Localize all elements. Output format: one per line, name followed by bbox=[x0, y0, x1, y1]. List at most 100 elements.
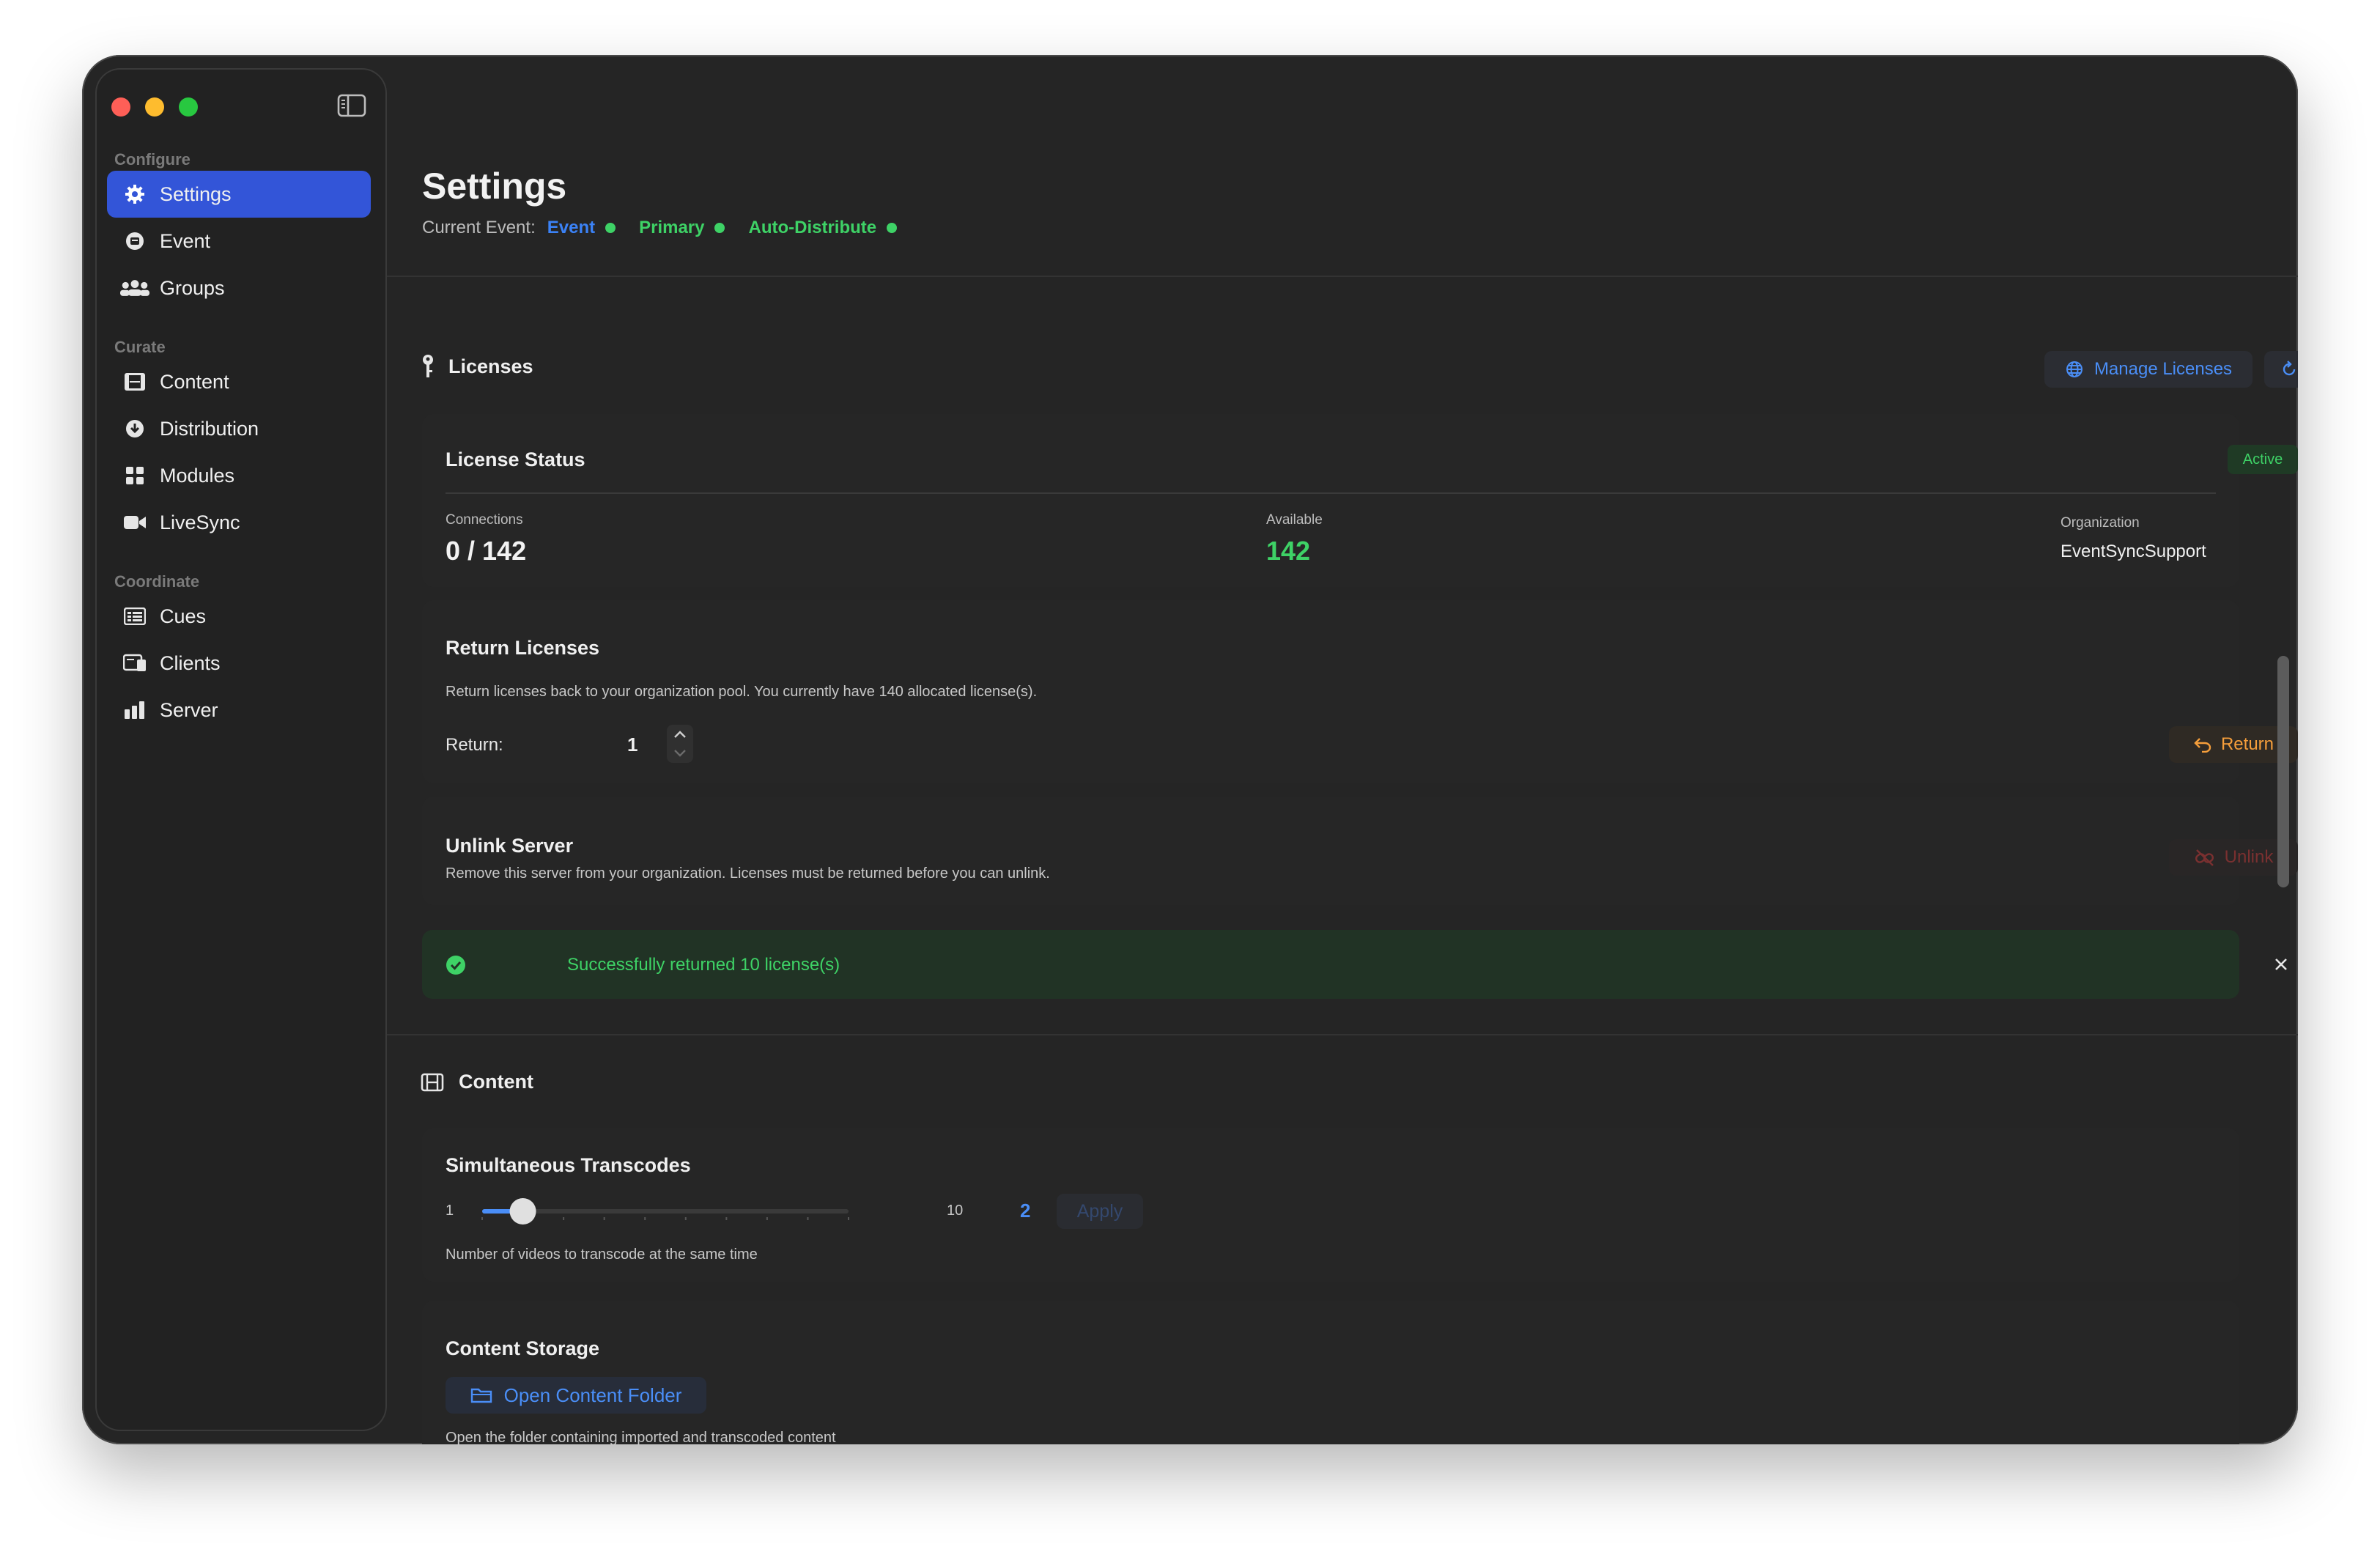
unlink-server-card bbox=[422, 797, 2239, 905]
film-icon bbox=[120, 367, 149, 396]
status-badge: Active bbox=[2228, 445, 2298, 474]
current-event-label: Current Event: bbox=[422, 218, 536, 237]
available-value: 142 bbox=[1266, 536, 1311, 566]
return-arrow-icon bbox=[2194, 738, 2211, 753]
sidebar-item-label: Distribution bbox=[160, 417, 259, 440]
clients-icon bbox=[120, 649, 149, 678]
sidebar-item-label: Cues bbox=[160, 605, 207, 627]
license-status-card bbox=[422, 414, 2239, 587]
return-quantity-stepper[interactable] bbox=[667, 725, 693, 763]
chevron-up-down-icon bbox=[674, 731, 686, 757]
slider-tick bbox=[766, 1217, 768, 1220]
slider-tick bbox=[684, 1217, 687, 1220]
gear-icon bbox=[120, 180, 149, 209]
licenses-section-header: Licenses bbox=[421, 354, 533, 379]
connections-label: Connections bbox=[446, 512, 523, 528]
organization-label: Organization bbox=[2061, 515, 2140, 531]
sidebar-item-content[interactable]: Content bbox=[107, 358, 371, 405]
current-event-line: Current Event: Event Primary Auto-Distri… bbox=[422, 218, 920, 238]
slider-tick bbox=[603, 1217, 605, 1220]
sidebar-item-distribution[interactable]: Distribution bbox=[107, 405, 371, 452]
content-section-header: Content bbox=[421, 1071, 533, 1093]
key-icon bbox=[423, 355, 433, 377]
app-window: Configure Settings Event Groups Curate C… bbox=[82, 55, 2298, 1444]
refresh-icon bbox=[2283, 361, 2296, 376]
return-licenses-description: Return licenses back to your organizatio… bbox=[446, 684, 1038, 700]
licenses-title: Licenses bbox=[448, 355, 533, 377]
sidebar-item-event[interactable]: Event bbox=[107, 218, 371, 265]
content-title: Content bbox=[459, 1071, 533, 1093]
sidebar-item-server[interactable]: Server bbox=[107, 687, 371, 734]
section-label-curate: Curate bbox=[114, 338, 166, 356]
section-divider bbox=[387, 1034, 2298, 1035]
close-icon[interactable] bbox=[2273, 956, 2289, 972]
sidebar-item-clients[interactable]: Clients bbox=[107, 640, 371, 687]
unlink-server-description: Remove this server from your organizatio… bbox=[446, 865, 1050, 882]
minimize-window-button[interactable] bbox=[145, 97, 164, 117]
slider-tick bbox=[563, 1217, 565, 1220]
sidebar-item-groups[interactable]: Groups bbox=[107, 265, 371, 311]
event-status-dot bbox=[605, 223, 616, 233]
list-icon bbox=[120, 602, 149, 631]
open-content-folder-button[interactable]: Open Content Folder bbox=[446, 1377, 706, 1414]
transcodes-min-label: 1 bbox=[446, 1203, 454, 1219]
transcodes-title: Simultaneous Transcodes bbox=[446, 1154, 691, 1176]
sidebar-item-label: Clients bbox=[160, 651, 221, 674]
unlink-button-label: Unlink bbox=[2224, 847, 2274, 867]
success-message: Successfully returned 10 license(s) bbox=[567, 955, 840, 975]
sidebar-toggle-icon[interactable] bbox=[337, 93, 366, 118]
content-storage-card bbox=[422, 1301, 2239, 1444]
page-title: Settings bbox=[422, 166, 567, 207]
bar-chart-icon bbox=[120, 695, 149, 725]
people-icon bbox=[120, 273, 149, 303]
grid-icon bbox=[120, 461, 149, 490]
sidebar-item-label: Modules bbox=[160, 464, 235, 487]
return-button-label: Return bbox=[2220, 734, 2274, 754]
available-label: Available bbox=[1266, 512, 1323, 528]
slider-tick bbox=[848, 1217, 849, 1220]
refresh-button[interactable] bbox=[2264, 351, 2298, 388]
connections-value: 0 / 142 bbox=[446, 536, 527, 566]
organization-value: EventSyncSupport bbox=[2061, 542, 2206, 561]
manage-licenses-button[interactable]: Manage Licenses bbox=[2044, 351, 2252, 388]
sidebar-item-settings[interactable]: Settings bbox=[107, 171, 371, 218]
apply-button[interactable]: Apply bbox=[1057, 1194, 1143, 1229]
transcodes-value: 2 bbox=[1020, 1200, 1031, 1222]
close-window-button[interactable] bbox=[111, 97, 130, 117]
sidebar-item-cues[interactable]: Cues bbox=[107, 593, 371, 640]
sidebar-item-label: Server bbox=[160, 698, 218, 721]
transcodes-max-label: 10 bbox=[947, 1203, 964, 1219]
folder-icon bbox=[470, 1388, 492, 1403]
unlink-server-title: Unlink Server bbox=[446, 835, 574, 857]
open-content-folder-label: Open Content Folder bbox=[503, 1384, 682, 1406]
sidebar-item-label: Event bbox=[160, 229, 211, 252]
mode-status-dot bbox=[887, 223, 898, 233]
sidebar-item-livesync[interactable]: LiveSync bbox=[107, 499, 371, 546]
sidebar-item-label: Groups bbox=[160, 276, 225, 299]
section-label-configure: Configure bbox=[114, 150, 191, 169]
role-label: Primary bbox=[639, 218, 705, 237]
sidebar-item-label: LiveSync bbox=[160, 511, 240, 533]
return-quantity-value[interactable]: 1 bbox=[627, 734, 638, 756]
manage-licenses-label: Manage Licenses bbox=[2093, 359, 2233, 379]
content-storage-title: Content Storage bbox=[446, 1337, 600, 1359]
main-content: Settings Current Event: Event Primary Au… bbox=[387, 55, 2298, 1444]
sidebar-item-modules[interactable]: Modules bbox=[107, 452, 371, 499]
sidebar: Configure Settings Event Groups Curate C… bbox=[95, 68, 387, 1431]
transcodes-slider[interactable] bbox=[475, 1195, 856, 1227]
film-icon bbox=[421, 1073, 444, 1091]
slider-tick bbox=[725, 1217, 728, 1220]
transcodes-description: Number of videos to transcode at the sam… bbox=[446, 1246, 758, 1263]
sidebar-item-label: Settings bbox=[160, 182, 232, 205]
sidebar-item-label: Content bbox=[160, 370, 229, 393]
zoom-window-button[interactable] bbox=[179, 97, 198, 117]
section-label-coordinate: Coordinate bbox=[114, 572, 200, 591]
event-name[interactable]: Event bbox=[547, 218, 595, 238]
mode-label: Auto-Distribute bbox=[748, 218, 877, 237]
content-storage-description: Open the folder containing imported and … bbox=[446, 1430, 836, 1444]
role-status-dot bbox=[714, 223, 725, 233]
slider-tick bbox=[481, 1217, 483, 1220]
slider-tick bbox=[807, 1217, 809, 1220]
scrollbar-thumb[interactable] bbox=[2277, 656, 2289, 887]
license-status-title: License Status bbox=[446, 448, 585, 470]
